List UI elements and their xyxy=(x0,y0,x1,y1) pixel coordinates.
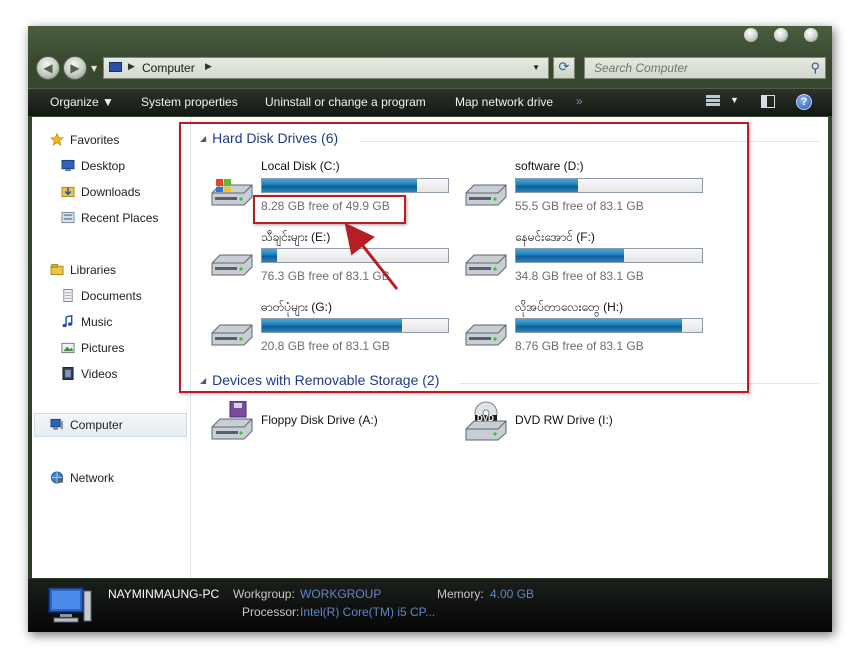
preview-pane-icon[interactable] xyxy=(761,95,775,108)
star-icon xyxy=(50,133,64,146)
recent-places-icon xyxy=(61,211,75,224)
organize-label: Organize xyxy=(50,95,99,109)
drive-name: DVD RW Drive (I:) xyxy=(515,413,613,427)
close-button[interactable] xyxy=(804,28,818,42)
removable-drive-a[interactable]: Floppy Disk Drive (A:) xyxy=(210,399,460,445)
downloads-folder-icon xyxy=(61,186,75,198)
change-view-icon[interactable] xyxy=(706,95,720,109)
more-commands-button[interactable]: » xyxy=(576,94,583,108)
system-properties-button[interactable]: System properties xyxy=(141,95,238,109)
memory-label: Memory: xyxy=(437,587,484,601)
nav-label: Pictures xyxy=(81,341,125,355)
address-bar[interactable]: ▶ Computer ▶ ▼ xyxy=(103,57,549,79)
music-note-icon xyxy=(62,315,73,328)
drive-name: Floppy Disk Drive (A:) xyxy=(261,413,378,427)
nav-label: Documents xyxy=(81,289,142,303)
documents-icon xyxy=(63,289,73,302)
computer-icon xyxy=(109,62,122,72)
nav-label: Downloads xyxy=(81,185,141,199)
details-pane: NAYMINMAUNG-PC Workgroup: WORKGROUP Memo… xyxy=(28,579,832,632)
nav-label: Desktop xyxy=(81,159,126,173)
search-input[interactable] xyxy=(585,58,804,78)
chevron-down-icon: ▼ xyxy=(102,95,114,109)
breadcrumb-separator-icon[interactable]: ▶ xyxy=(128,61,135,72)
nav-label: Network xyxy=(70,471,115,485)
computer-monitor-icon xyxy=(48,587,92,623)
floppy-drive-icon xyxy=(211,401,253,440)
refresh-button[interactable]: ⟳ xyxy=(553,57,575,79)
dvd-badge: DVD xyxy=(477,414,494,423)
processor-label: Processor: xyxy=(242,605,300,619)
address-dropdown-icon[interactable]: ▼ xyxy=(532,63,540,72)
window-controls xyxy=(744,28,818,42)
search-icon[interactable]: ⚲ xyxy=(810,60,820,76)
breadcrumb-chevron-icon[interactable]: ▶ xyxy=(205,61,212,72)
view-options-dropdown[interactable]: ▼ xyxy=(730,95,739,105)
free-space-highlight-box xyxy=(253,195,406,224)
navigation-pane: Favorites Desktop Downloads Recent Place… xyxy=(32,117,191,578)
back-button[interactable]: ◀ xyxy=(36,56,60,80)
network-icon xyxy=(50,471,64,484)
pictures-icon xyxy=(61,342,75,354)
processor-value: Intel(R) Core(TM) i5 CP... xyxy=(300,605,436,619)
hard-disk-highlight-box xyxy=(179,122,749,393)
minimize-button[interactable] xyxy=(744,28,758,42)
computer-icon xyxy=(50,418,64,430)
nav-label: Computer xyxy=(70,418,123,432)
command-bar: Organize ▼ System properties Uninstall o… xyxy=(28,88,832,116)
navigation-bar: ◀ ▶ ▼ ▶ Computer ▶ ▼ ⟳ ⚲ xyxy=(28,54,832,84)
nav-computer-selected[interactable]: Computer xyxy=(34,413,187,437)
memory-value: 4.00 GB xyxy=(490,587,535,601)
workgroup-label: Workgroup: xyxy=(233,587,295,601)
nav-label: Recent Places xyxy=(81,211,159,225)
nav-label: Music xyxy=(81,315,113,329)
film-strip-icon xyxy=(62,367,74,380)
forward-button[interactable]: ▶ xyxy=(63,56,87,80)
computer-name: NAYMINMAUNG-PC xyxy=(108,587,220,601)
organize-button[interactable]: Organize ▼ xyxy=(50,95,114,109)
search-box[interactable]: ⚲ xyxy=(584,57,826,79)
removable-drive-i[interactable]: DVD DVD RW Drive (I:) xyxy=(464,399,714,445)
desktop-icon xyxy=(61,159,75,172)
nav-label: Videos xyxy=(81,367,118,381)
libraries-icon xyxy=(50,263,64,276)
maximize-button[interactable] xyxy=(774,28,788,42)
nav-label: Favorites xyxy=(70,133,120,147)
help-icon[interactable]: ? xyxy=(796,94,812,110)
map-network-drive-button[interactable]: Map network drive xyxy=(455,95,553,109)
workgroup-value: WORKGROUP xyxy=(300,587,382,601)
breadcrumb-computer[interactable]: Computer xyxy=(142,61,195,75)
nav-label: Libraries xyxy=(70,263,117,277)
recent-pages-dropdown[interactable]: ▼ xyxy=(91,64,97,73)
uninstall-program-button[interactable]: Uninstall or change a program xyxy=(265,95,426,109)
